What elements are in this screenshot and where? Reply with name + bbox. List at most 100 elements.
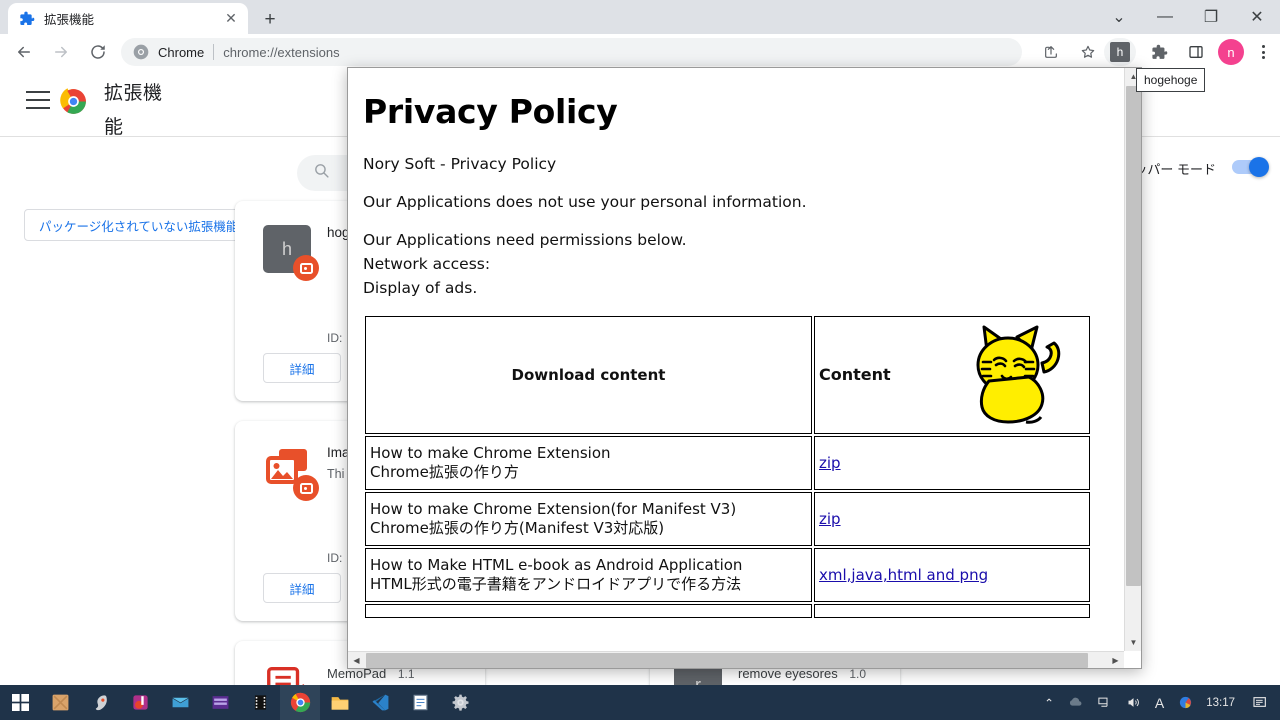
table-row: How to make Chrome Extension(for Manifes… (365, 492, 1090, 547)
tab-close-icon[interactable]: ✕ (222, 10, 240, 28)
volume-icon[interactable] (1126, 695, 1141, 710)
cloud-icon[interactable] (1068, 695, 1083, 710)
row-title-ja: Chrome拡張の作り方 (370, 463, 519, 482)
download-link[interactable]: zip (819, 510, 841, 528)
row-title (365, 604, 812, 619)
purple-app-icon[interactable] (200, 685, 240, 720)
mail-icon[interactable] (160, 685, 200, 720)
table-header-content: Content (814, 316, 1090, 435)
table-header-content-label: Content (819, 365, 891, 385)
privacy-policy-paragraph: Our Applications need permissions below.… (363, 231, 687, 298)
ime-icon[interactable]: A (1155, 695, 1164, 711)
vertical-scrollbar[interactable]: ▲ ▼ (1124, 68, 1141, 651)
chrome-icon[interactable] (280, 685, 320, 720)
reload-icon[interactable] (82, 36, 114, 68)
system-tray: ⌃ A 13:17 (1037, 685, 1280, 720)
download-link[interactable]: zip (819, 454, 841, 472)
maximize-button[interactable]: ❐ (1188, 0, 1234, 34)
extension-id-label: ID: (327, 551, 343, 565)
hamburger-menu-icon[interactable] (26, 91, 50, 109)
omnibox-url: chrome://extensions (223, 44, 340, 60)
extension-tooltip: hogehoge (1136, 68, 1206, 92)
scroll-left-icon[interactable]: ◀ (348, 652, 365, 668)
share-icon[interactable] (1035, 36, 1067, 68)
table-row: How to Make HTML e-book as Android Appli… (365, 548, 1090, 603)
avatar[interactable]: n (1218, 39, 1244, 65)
windows-start-icon[interactable] (0, 685, 40, 720)
bookmark-star-icon[interactable] (1072, 36, 1104, 68)
extensions-puzzle-icon[interactable] (1143, 36, 1175, 68)
extension-id-label: ID: (327, 331, 343, 345)
extension-h-icon: h (1110, 42, 1130, 62)
chrome-logo-icon (133, 44, 149, 60)
chrome-logo-icon (60, 88, 87, 115)
download-content-table: Download content Content How to make Chr… (363, 314, 1092, 620)
toggle-knob (1249, 157, 1269, 177)
developer-mode-label: ッパー モード (1134, 162, 1216, 177)
row-link-cell (814, 604, 1090, 619)
settings-gear-icon[interactable] (440, 685, 480, 720)
table-header-download-content: Download content (365, 316, 812, 435)
extension-version: 1.1 (397, 667, 415, 681)
address-bar[interactable]: Chrome chrome://extensions (121, 38, 1022, 66)
forward-icon[interactable] (45, 36, 77, 68)
tab-search-icon[interactable]: ⌄ (1096, 0, 1142, 34)
extension-h-slot[interactable]: h (1106, 38, 1134, 66)
film-icon[interactable] (240, 685, 280, 720)
back-icon[interactable] (8, 36, 40, 68)
extension-h-button[interactable]: h (1104, 38, 1136, 66)
row-title: How to Make HTML e-book as Android Appli… (365, 548, 812, 603)
details-button[interactable]: 詳細 (263, 573, 341, 603)
row-title: How to make Chrome Extension(for Manifes… (365, 492, 812, 547)
color-ball-icon[interactable] (1178, 695, 1193, 710)
page-title: 拡張機能 (104, 83, 163, 138)
explorer-search-icon[interactable] (40, 685, 80, 720)
privacy-policy-paragraph: Nory Soft - Privacy Policy (363, 155, 557, 174)
network-icon[interactable] (1097, 695, 1112, 710)
clock[interactable]: 13:17 (1206, 697, 1235, 709)
screen: 拡張機能 ✕ + ⌄ — ❐ ✕ Chrome chrome://extensi… (0, 0, 1280, 720)
omnibox-chip: Chrome (158, 44, 205, 60)
tab-strip: 拡張機能 ✕ + ⌄ — ❐ ✕ (0, 0, 1280, 34)
horizontal-scroll-thumb[interactable] (366, 653, 1088, 668)
vertical-scroll-thumb[interactable] (1126, 86, 1141, 586)
row-title-en: How to make Chrome Extension (370, 444, 611, 463)
notepad-icon[interactable] (400, 685, 440, 720)
row-link-cell: zip (814, 492, 1090, 547)
table-row: How to make Chrome Extension Chrome拡張の作り方… (365, 436, 1090, 491)
close-window-button[interactable]: ✕ (1234, 0, 1280, 34)
scroll-right-icon[interactable]: ▶ (1107, 652, 1124, 668)
extension-icon (263, 445, 319, 501)
download-link[interactable]: xml,java,html and png (819, 566, 988, 584)
scroll-down-icon[interactable]: ▼ (1125, 634, 1141, 651)
side-panel-icon[interactable] (1180, 36, 1212, 68)
file-explorer-icon[interactable] (320, 685, 360, 720)
row-title-ja: Chrome拡張の作り方(Manifest V3対応版) (370, 519, 665, 538)
windows-taskbar: ⌃ A 13:17 (0, 685, 1280, 720)
search-icon (313, 162, 330, 184)
browser-menu-icon[interactable] (1250, 39, 1276, 65)
developer-mode-toggle[interactable] (1232, 157, 1269, 177)
tab-title: 拡張機能 (44, 13, 95, 27)
table-header-row: Download content Content (365, 316, 1090, 435)
minimize-button[interactable]: — (1142, 0, 1188, 34)
row-title-ja: HTML形式の電子書籍をアンドロイドアプリで作る方法 (370, 575, 742, 594)
browser-toolbar: Chrome chrome://extensions h n (0, 34, 1280, 71)
horizontal-scrollbar[interactable]: ◀ ▶ (348, 651, 1124, 668)
new-tab-button[interactable]: + (256, 6, 284, 34)
browser-tab[interactable]: 拡張機能 ✕ (8, 3, 248, 34)
app-red-icon[interactable] (120, 685, 160, 720)
privacy-policy-window: Privacy Policy Nory Soft - Privacy Polic… (347, 67, 1142, 669)
unpacked-badge-icon (293, 255, 319, 281)
window-controls: ⌄ — ❐ ✕ (1096, 0, 1280, 34)
details-button[interactable]: 詳細 (263, 353, 341, 383)
extension-version: 1.0 (849, 667, 867, 681)
extension-icon (263, 661, 311, 685)
privacy-policy-heading: Privacy Policy (363, 92, 618, 131)
notification-icon[interactable] (1252, 695, 1268, 711)
tray-chevron-icon[interactable]: ⌃ (1044, 696, 1054, 710)
row-title-en: How to Make HTML e-book as Android Appli… (370, 556, 743, 575)
toolbar-actions: h n (1030, 36, 1276, 68)
paint-icon[interactable] (80, 685, 120, 720)
vscode-icon[interactable] (360, 685, 400, 720)
